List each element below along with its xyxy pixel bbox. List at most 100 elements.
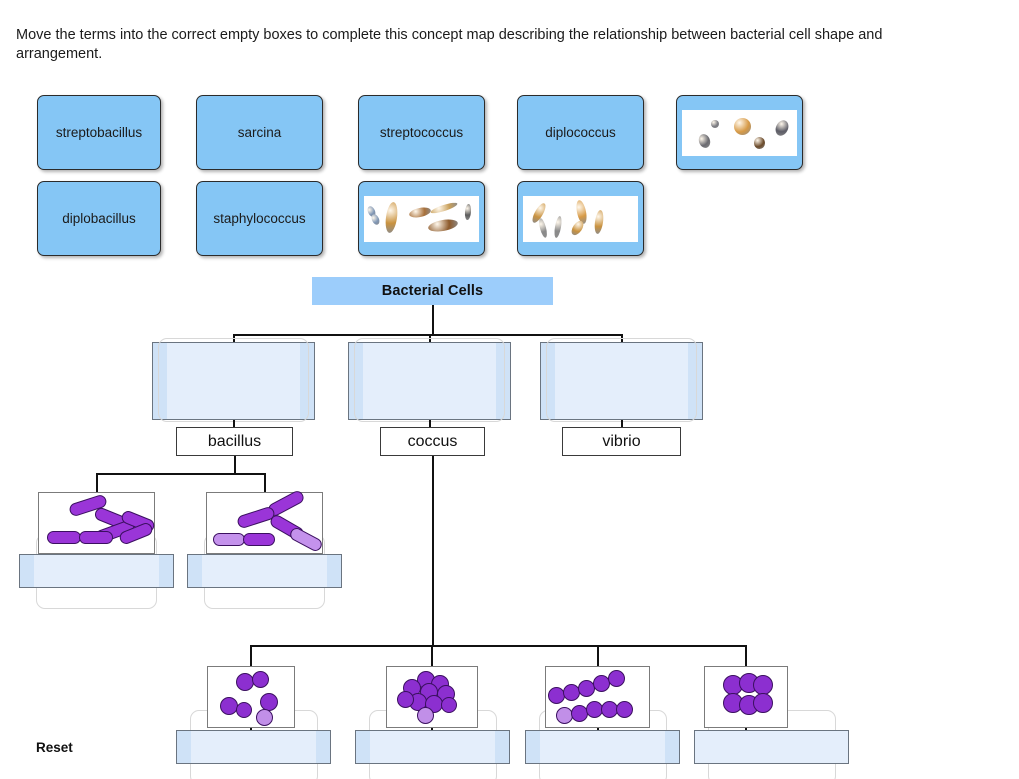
bacteria-image-box-coccus-arrangement-2: [386, 666, 478, 728]
bacteria-image-box-bacillus-arrangement-2: [206, 488, 325, 555]
shape-label-box-bacillus: bacillus: [176, 427, 293, 456]
concept-map-exercise: Move the terms into the correct empty bo…: [0, 0, 1019, 779]
instruction-text: Move the terms into the correct empty bo…: [16, 27, 883, 62]
bacteria-cell-shape: [696, 132, 713, 149]
term-tile-label: staphylococcus: [213, 211, 306, 226]
connector-coccus-branch-drop-1: [431, 645, 433, 666]
bacteria-cell-shape: [734, 117, 751, 135]
coccus-bacterium: [753, 675, 773, 695]
shape-label-text: bacillus: [207, 432, 262, 450]
bacteria-diagram-cocci-packet: [705, 667, 789, 729]
drop-slot-bacillus-arrangement-2[interactable]: [187, 554, 342, 588]
term-tile-label: sarcina: [237, 125, 282, 140]
term-tile-sarcina[interactable]: sarcina: [196, 95, 323, 170]
drop-slot-chip[interactable]: [540, 342, 703, 420]
drop-slot-chip[interactable]: [176, 730, 331, 764]
bacteria-cell-shape: [429, 200, 459, 215]
drop-slot-chip[interactable]: [348, 342, 511, 420]
bacteria-cell-shape: [427, 216, 459, 234]
drop-slot-bacillus-arrangement-1[interactable]: [19, 554, 174, 588]
drop-slot-chip[interactable]: [355, 730, 510, 764]
coccus-bacterium: [417, 707, 434, 724]
bacteria-diagram-cocci-chains: [546, 667, 651, 729]
bacteria-image-box-coccus-arrangement-3: [545, 666, 650, 728]
drop-slot-coccus-shape[interactable]: [348, 338, 511, 422]
concept-map-root-label: Bacterial Cells: [381, 283, 484, 299]
connector-bacillus-branch-drop-1: [263, 473, 266, 492]
bacteria-cell-shape: [537, 217, 549, 238]
bacteria-diagram-rods-streptobacillus: [39, 493, 157, 555]
coccus-bacterium: [397, 691, 414, 708]
rod-bacterium: [79, 531, 113, 544]
drop-slot-chip[interactable]: [525, 730, 680, 764]
thumbnail-rod-cells-photo: [364, 195, 479, 242]
bacteria-cell-shape: [773, 117, 791, 138]
connector-bacillus-branch-stem: [233, 456, 236, 473]
coccus-bacterium: [608, 670, 625, 687]
bacteria-diagram-cocci-cluster: [387, 667, 479, 729]
coccus-bacterium: [616, 701, 633, 718]
bacteria-cell-shape: [593, 209, 605, 234]
coccus-bacterium: [753, 693, 773, 713]
connector-shape-drop-2: [620, 334, 623, 342]
thumbnail-curved-cells-photo: [523, 195, 638, 242]
connector-root-stem: [431, 305, 434, 334]
coccus-bacterium: [236, 702, 252, 718]
rod-bacterium: [213, 533, 245, 546]
term-tile-vibrio-photo[interactable]: [517, 181, 644, 256]
thumbnail-round-cells-photo: [682, 109, 797, 156]
bacteria-cell-shape: [711, 119, 719, 128]
shape-label-text: coccus: [407, 432, 458, 450]
term-tile-staphylococcus[interactable]: staphylococcus: [196, 181, 323, 256]
bacteria-image-box-bacillus-arrangement-1: [38, 492, 157, 555]
bacteria-cell-shape: [754, 136, 765, 149]
coccus-bacterium: [252, 671, 269, 688]
reset-button[interactable]: Reset: [36, 740, 73, 755]
rod-bacterium: [235, 505, 277, 530]
bacteria-diagram-cocci-scattered: [208, 667, 296, 729]
term-tile-cocci-photo[interactable]: [676, 95, 803, 170]
bacteria-cell-shape: [408, 205, 432, 219]
bacteria-image-box-coccus-arrangement-1: [207, 666, 295, 728]
term-tile-diplobacillus[interactable]: diplobacillus: [37, 181, 161, 256]
bacteria-diagram-rods-diplobacillus: [207, 488, 325, 555]
drop-slot-chip[interactable]: [694, 730, 849, 764]
term-tile-diplococcus[interactable]: diplococcus: [517, 95, 644, 170]
term-tile-streptobacillus[interactable]: streptobacillus: [37, 95, 161, 170]
term-tile-streptococcus[interactable]: streptococcus: [358, 95, 485, 170]
drop-slot-bacillus-shape[interactable]: [152, 338, 315, 422]
connector-shape-to-label-2: [620, 420, 623, 427]
connector-shape-to-label-1: [428, 420, 431, 427]
term-tile-label: diplococcus: [545, 125, 616, 140]
connector-coccus-branch-drop-3: [745, 645, 747, 666]
concept-map-root-box: Bacterial Cells: [312, 277, 553, 305]
bacteria-image-box-coccus-arrangement-4: [704, 666, 788, 728]
drop-slot-vibrio-shape[interactable]: [540, 338, 703, 422]
drop-slot-chip[interactable]: [152, 342, 315, 420]
shape-label-text: vibrio: [602, 432, 641, 450]
drop-slot-coccus-arrangement-4[interactable]: [694, 730, 849, 764]
connector-shape-bus: [232, 334, 623, 336]
drop-slot-chip[interactable]: [187, 554, 342, 588]
connector-bacillus-branch-drop-0: [95, 473, 98, 492]
term-tile-label: diplobacillus: [62, 211, 136, 226]
connector-coccus-branch-drop-2: [596, 645, 599, 666]
rod-bacterium: [243, 533, 275, 546]
drop-slot-coccus-arrangement-1[interactable]: [176, 730, 331, 764]
connector-shape-drop-1: [428, 334, 431, 342]
drop-slot-coccus-arrangement-2[interactable]: [355, 730, 510, 764]
bacteria-cell-shape: [464, 203, 472, 220]
term-tile-label: streptobacillus: [55, 125, 143, 140]
connector-bacillus-branch-bus: [95, 473, 266, 475]
connector-coccus-branch-drop-0: [250, 645, 252, 666]
bacteria-cell-shape: [383, 200, 400, 234]
term-tile-bacilli-photo[interactable]: [358, 181, 485, 256]
coccus-bacterium: [256, 709, 273, 726]
bacteria-cell-shape: [370, 212, 381, 226]
term-tile-label: streptococcus: [379, 125, 464, 140]
coccus-bacterium: [441, 697, 457, 713]
drop-slot-chip[interactable]: [19, 554, 174, 588]
connector-shape-drop-0: [232, 334, 235, 342]
coccus-bacterium: [220, 697, 238, 715]
drop-slot-coccus-arrangement-3[interactable]: [525, 730, 680, 764]
